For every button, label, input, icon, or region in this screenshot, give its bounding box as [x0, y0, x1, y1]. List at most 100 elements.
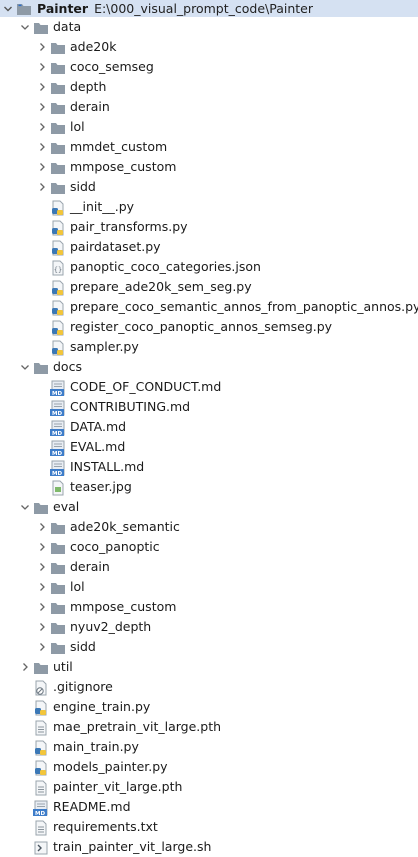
tree-file-pairdataset-py[interactable]: pairdataset.py	[0, 237, 418, 257]
tree-item-label: prepare_ade20k_sem_seg.py	[70, 279, 252, 294]
chevron-right-icon[interactable]	[36, 597, 48, 617]
tree-item-label: sidd	[70, 639, 96, 654]
tree-file-engine-train-py[interactable]: engine_train.py	[0, 697, 418, 717]
tree-item-label: models_painter.py	[53, 759, 168, 774]
chevron-down-icon[interactable]	[19, 17, 31, 37]
tree-file-sampler-py[interactable]: sampler.py	[0, 337, 418, 357]
folder-icon	[33, 360, 49, 376]
folder-icon	[50, 140, 66, 156]
chevron-right-icon[interactable]	[36, 157, 48, 177]
chevron-right-icon[interactable]	[36, 137, 48, 157]
chevron-right-icon[interactable]	[36, 77, 48, 97]
tree-file-register-coco-panoptic-annos-semseg-py[interactable]: register_coco_panoptic_annos_semseg.py	[0, 317, 418, 337]
chevron-right-icon[interactable]	[36, 117, 48, 137]
folder-icon	[50, 560, 66, 576]
markdown-file-icon: MD	[50, 380, 66, 397]
tree-folder-sidd[interactable]: sidd	[0, 177, 418, 197]
chevron-right-icon[interactable]	[36, 557, 48, 577]
chevron-down-icon[interactable]	[2, 0, 14, 17]
folder-icon	[33, 20, 49, 36]
tree-file-data-md[interactable]: MD DATA.md	[0, 417, 418, 437]
chevron-right-icon[interactable]	[19, 657, 31, 677]
tree-file-requirements-txt[interactable]: requirements.txt	[0, 817, 418, 837]
tree-folder-nyuv2-depth[interactable]: nyuv2_depth	[0, 617, 418, 637]
svg-text:MD: MD	[52, 431, 62, 436]
tree-file-panoptic-coco-categories-json[interactable]: {} panoptic_coco_categories.json	[0, 257, 418, 277]
tree-folder-util[interactable]: util	[0, 657, 418, 677]
tree-file-models-painter-py[interactable]: models_painter.py	[0, 757, 418, 777]
tree-item-label: INSTALL.md	[70, 459, 145, 474]
chevron-right-icon[interactable]	[36, 637, 48, 657]
tree-folder-lol[interactable]: lol	[0, 577, 418, 597]
tree-file-prepare-ade20k-sem-seg-py[interactable]: prepare_ade20k_sem_seg.py	[0, 277, 418, 297]
tree-file-pair-transforms-py[interactable]: pair_transforms.py	[0, 217, 418, 237]
tree-file-teaser-jpg[interactable]: teaser.jpg	[0, 477, 418, 497]
tree-item-label: ade20k	[70, 39, 117, 54]
tree-folder-depth[interactable]: depth	[0, 77, 418, 97]
tree-folder-ade20k[interactable]: ade20k	[0, 37, 418, 57]
tree-file-painter-vit-large-pth[interactable]: painter_vit_large.pth	[0, 777, 418, 797]
chevron-right-icon[interactable]	[36, 617, 48, 637]
tree-folder-mmdet-custom[interactable]: mmdet_custom	[0, 137, 418, 157]
folder-icon	[50, 80, 66, 96]
tree-folder-sidd[interactable]: sidd	[0, 637, 418, 657]
tree-item-label: README.md	[53, 799, 131, 814]
tree-file-gitignore[interactable]: .gitignore	[0, 677, 418, 697]
tree-item-label: pair_transforms.py	[70, 219, 188, 234]
tree-folder-coco-semseg[interactable]: coco_semseg	[0, 57, 418, 77]
tree-item-label: coco_semseg	[70, 59, 154, 74]
chevron-right-icon[interactable]	[36, 97, 48, 117]
tree-folder-derain[interactable]: derain	[0, 97, 418, 117]
chevron-right-icon[interactable]	[36, 517, 48, 537]
folder-icon	[50, 580, 66, 596]
chevron-right-icon[interactable]	[36, 57, 48, 77]
tree-folder-mmpose-custom[interactable]: mmpose_custom	[0, 597, 418, 617]
tree-file-mae-pretrain-vit-large-pth[interactable]: mae_pretrain_vit_large.pth	[0, 717, 418, 737]
tree-file-prepare-coco-semantic-annos-from-panoptic-annos-py[interactable]: prepare_coco_semantic_annos_from_panopti…	[0, 297, 418, 317]
tree-file-train-painter-vit-large-sh[interactable]: train_painter_vit_large.sh	[0, 837, 418, 857]
tree-file-code-of-conduct-md[interactable]: MD CODE_OF_CONDUCT.md	[0, 377, 418, 397]
svg-text:{}: {}	[54, 266, 62, 274]
svg-text:MD: MD	[52, 411, 62, 416]
tree-folder-ade20k-semantic[interactable]: ade20k_semantic	[0, 517, 418, 537]
tree-file-readme-md[interactable]: MD README.md	[0, 797, 418, 817]
chevron-down-icon[interactable]	[19, 357, 31, 377]
tree-folder-docs[interactable]: docs	[0, 357, 418, 377]
tree-folder-lol[interactable]: lol	[0, 117, 418, 137]
python-file-icon	[33, 700, 49, 716]
tree-item-label: register_coco_panoptic_annos_semseg.py	[70, 319, 333, 334]
tree-item-label: engine_train.py	[53, 699, 151, 714]
chevron-right-icon[interactable]	[36, 37, 48, 57]
tree-file-init-py[interactable]: __init__.py	[0, 197, 418, 217]
tree-item-label: prepare_coco_semantic_annos_from_panopti…	[70, 299, 418, 314]
chevron-right-icon[interactable]	[36, 177, 48, 197]
folder-icon	[50, 180, 66, 196]
tree-item-label: eval	[53, 499, 80, 514]
folder-icon	[50, 100, 66, 116]
json-file-icon: {}	[50, 260, 66, 276]
tree-file-eval-md[interactable]: MD EVAL.md	[0, 437, 418, 457]
tree-folder-derain[interactable]: derain	[0, 557, 418, 577]
tree-file-contributing-md[interactable]: MD CONTRIBUTING.md	[0, 397, 418, 417]
tree-item-label: panoptic_coco_categories.json	[70, 259, 261, 274]
tree-folder-data[interactable]: data	[0, 17, 418, 37]
tree-folder-mmpose-custom[interactable]: mmpose_custom	[0, 157, 418, 177]
tree-file-install-md[interactable]: MD INSTALL.md	[0, 457, 418, 477]
tree-file-main-train-py[interactable]: main_train.py	[0, 737, 418, 757]
python-file-icon	[50, 340, 66, 356]
folder-icon	[33, 660, 49, 676]
tree-item-label: docs	[53, 359, 82, 374]
tree-root-painter[interactable]: Painter E:\000_visual_prompt_code\Painter	[0, 0, 418, 17]
markdown-file-icon: MD	[50, 400, 66, 417]
tree-folder-coco-panoptic[interactable]: coco_panoptic	[0, 537, 418, 557]
text-file-icon	[33, 780, 49, 796]
tree-folder-eval[interactable]: eval	[0, 497, 418, 517]
folder-icon	[50, 600, 66, 616]
tree-item-label: teaser.jpg	[70, 479, 132, 494]
chevron-down-icon[interactable]	[19, 497, 31, 517]
tree-item-label: painter_vit_large.pth	[53, 779, 183, 794]
project-path: E:\000_visual_prompt_code\Painter	[94, 1, 314, 16]
chevron-right-icon[interactable]	[36, 577, 48, 597]
python-file-icon	[50, 320, 66, 336]
chevron-right-icon[interactable]	[36, 537, 48, 557]
